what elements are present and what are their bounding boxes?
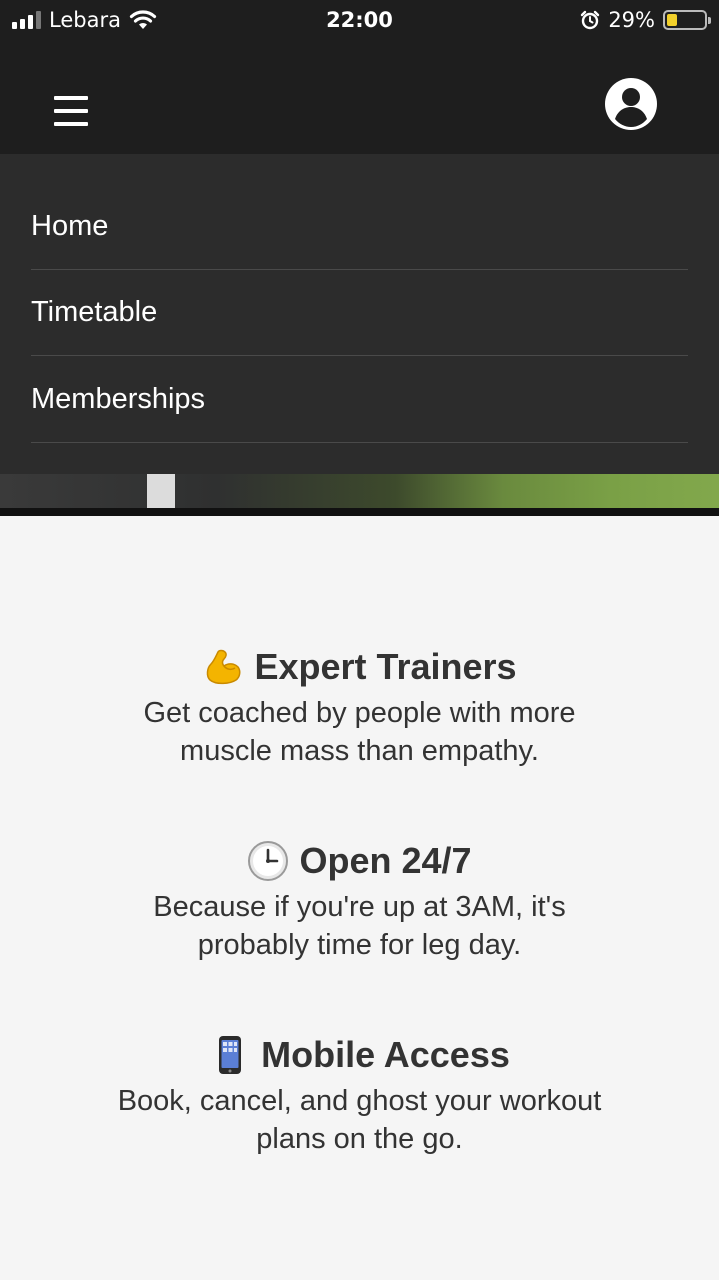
feature-title: Mobile Access [0,1034,719,1076]
feature-mobile-access: Mobile Access Book, cancel, and ghost yo… [0,1034,719,1158]
features-section: Expert Trainers Get coached by people wi… [0,516,719,1280]
nav-item-memberships[interactable]: Memberships [31,356,688,443]
feature-description: Book, cancel, and ghost your workout pla… [0,1082,719,1158]
nav-item-label: Timetable [31,296,158,328]
feature-title-text: Open 24/7 [299,840,472,882]
alarm-icon [581,10,600,30]
feature-description: Because if you're up at 3AM, it's probab… [0,888,719,964]
feature-title-text: Expert Trainers [254,646,517,688]
status-right: 29% [580,0,711,40]
feature-line: Get coached by people with more [143,697,576,729]
app-header [0,40,719,154]
nav-menu: Home Timetable Memberships [0,154,719,474]
feature-expert-trainers: Expert Trainers Get coached by people wi… [0,646,719,770]
feature-open-24-7: Open 24/7 Because if you're up at 3AM, i… [0,840,719,964]
feature-title: Expert Trainers [0,646,719,688]
feature-line: probably time for leg day. [197,929,522,961]
mobile-phone-icon [219,1036,242,1074]
nav-item-label: Home [31,209,109,242]
feature-line: plans on the go. [256,1123,463,1155]
hamburger-menu-icon[interactable] [54,96,88,126]
feature-title-text: Mobile Access [261,1034,510,1076]
feature-title: Open 24/7 [0,840,719,882]
battery-icon [663,10,711,30]
battery-percent: 29% [608,8,655,32]
user-account-icon[interactable] [603,76,659,132]
nav-item-label: Memberships [31,382,206,415]
battery-fill [667,14,678,26]
flexed-biceps-icon [207,649,241,685]
nav-item-timetable[interactable]: Timetable [31,270,688,356]
hero-image [0,474,719,516]
feature-description: Get coached by people with more muscle m… [0,694,719,770]
nav-item-home[interactable]: Home [31,183,688,270]
feature-line: Book, cancel, and ghost your workout [117,1085,602,1117]
feature-line: muscle mass than empathy. [180,735,539,767]
status-bar: Lebara 22:00 29% [0,0,719,40]
feature-line: Because if you're up at 3AM, it's [153,891,566,923]
clock-icon [248,841,289,881]
